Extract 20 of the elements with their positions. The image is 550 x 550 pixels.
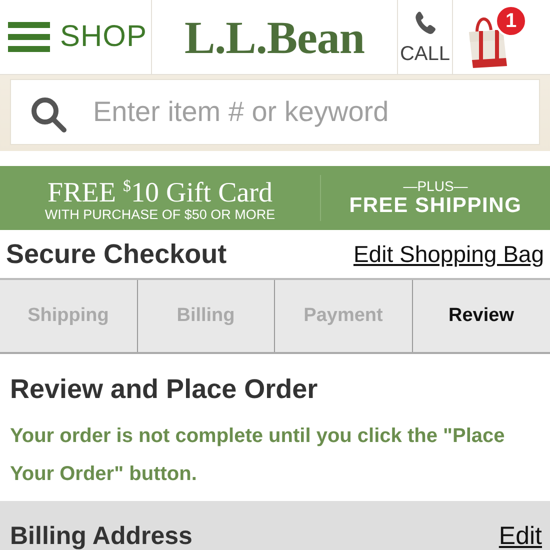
page-title: Secure Checkout [6, 238, 227, 270]
promo-title: FREE $^{$}$10 Gift Card [48, 176, 272, 208]
menu-icon [8, 22, 50, 52]
promo-shipping: FREE SHIPPING [349, 194, 522, 218]
step-tab[interactable]: Review [412, 280, 550, 352]
logo[interactable]: L.L.Bean [184, 10, 365, 64]
promo-plus: —PLUS— [403, 178, 468, 194]
promo-subtitle: WITH PURCHASE OF $50 OR MORE [44, 207, 276, 224]
shopping-bag-button[interactable]: 1 [453, 0, 550, 74]
shop-menu-button[interactable]: SHOP [0, 0, 152, 74]
section-heading: Review and Place Order [10, 374, 319, 405]
order-notice: Your order is not complete until you click the "Place Your Order" button. [10, 424, 506, 487]
cart-count-badge: 1 [495, 5, 527, 37]
edit-link[interactable]: Edit [498, 522, 542, 550]
edit-bag-link[interactable]: Edit Shopping Bag [353, 240, 544, 268]
call-button[interactable]: CALL [398, 0, 453, 74]
promo-banner[interactable]: FREE $^{$}$10 Gift Card WITH PURCHASE OF $50 OR MORE —PLUS— FREE SHIPPING [0, 166, 550, 230]
search-icon [30, 96, 68, 134]
section-title: Billing Address [10, 522, 192, 550]
search-field[interactable]: Enter item # or keyword [10, 79, 540, 145]
